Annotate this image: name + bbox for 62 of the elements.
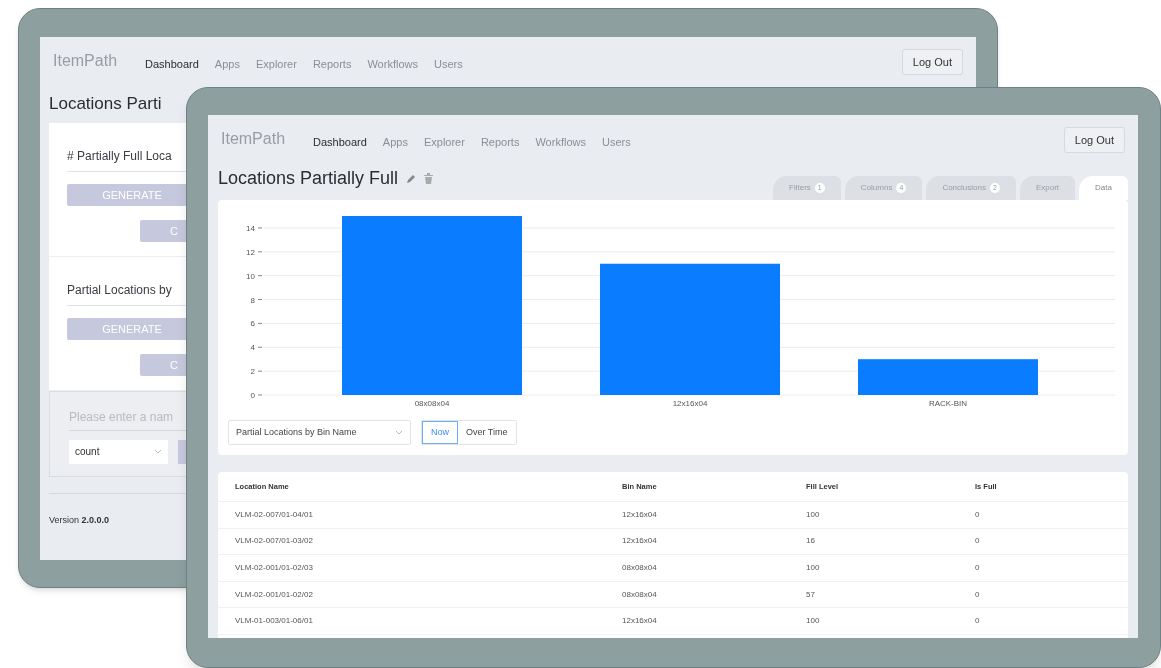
axis-tick-label: 4 [250, 343, 255, 353]
tab[interactable]: Data [1079, 176, 1128, 200]
table-cell-text: 0 [975, 562, 981, 574]
axis-tick-label: 2 [250, 367, 255, 377]
nav-link[interactable]: Users [433, 55, 463, 73]
axis-tick-label: 10 [246, 271, 255, 281]
table-cell-text: 0 [975, 535, 981, 548]
nav-link[interactable]: Users [601, 133, 631, 151]
axis-tick-label: 0 [250, 391, 255, 400]
page-title: Locations Parti [49, 93, 163, 115]
pencil-icon[interactable] [406, 173, 417, 184]
table-cell-text: 12x16x04 [622, 508, 658, 521]
logout-button[interactable]: Log Out [901, 49, 963, 75]
tab[interactable]: Export [1019, 176, 1076, 200]
nav-link[interactable]: Dashboard [145, 55, 199, 73]
version-text: Version 2.0.0.0 [49, 515, 110, 525]
table-cell-text: VLM-02-001/01-02/02 [235, 588, 314, 601]
table-cell-text: 0 [975, 508, 981, 521]
table-cell-text: 100 [806, 562, 821, 574]
table-cell-text: 100 [806, 615, 821, 628]
axis-tick-label: 14 [246, 223, 255, 233]
nav-link[interactable]: Workflows [367, 55, 418, 73]
chevron-down-icon [154, 449, 163, 454]
table-cell-text: VLM-02-007/01-03/02 [235, 535, 314, 548]
trash-icon[interactable] [424, 173, 434, 184]
chevron-down-icon [395, 430, 403, 435]
nav-link[interactable]: Workflows [535, 133, 586, 151]
generate-button[interactable]: GENERATE [67, 318, 186, 340]
table-cell-text: 08x08x04 [622, 562, 658, 574]
table-cell-text: VLM-01-003/01-06/01 [235, 615, 314, 628]
logout-button[interactable]: Log Out [1063, 127, 1125, 153]
table-cell-text: VLM-02-001/01-02/03 [235, 562, 314, 574]
nav-link[interactable]: Apps [214, 55, 240, 73]
table-cell-text: VLM-02-007/01-04/01 [235, 508, 314, 521]
table-cell-text: 100 [806, 508, 821, 521]
logo: ItemPath [221, 129, 286, 149]
table-cell-text: 12x16x04 [622, 535, 658, 548]
axis-tick-label: 8 [250, 295, 255, 305]
table-cell-text: 08x08x04 [622, 588, 658, 601]
logo: ItemPath [53, 51, 118, 71]
axis-category-label: 12x16x04 [672, 399, 708, 408]
table-cell-text: 16 [806, 535, 816, 548]
table-cell-text: 57 [806, 588, 816, 601]
page-title: Locations Partially Full [218, 167, 399, 190]
axis-tick-label: 6 [250, 319, 255, 329]
table-cell-text: 0 [975, 588, 981, 601]
nav-link[interactable]: Explorer [255, 55, 297, 73]
nav-link[interactable]: Apps [382, 133, 408, 151]
nav-link[interactable]: Reports [480, 133, 520, 151]
mode-toggle[interactable]: Over Time [458, 421, 516, 444]
nav-link[interactable]: Reports [312, 55, 352, 73]
mode-toggle[interactable]: Now [422, 421, 458, 444]
table-cell-text: 0 [975, 615, 981, 628]
axis-category-label: 08x08x04 [414, 399, 450, 408]
table-cell-text: 12x16x04 [622, 615, 658, 628]
select-field[interactable]: count [69, 439, 169, 464]
nav-link[interactable]: Explorer [423, 133, 465, 151]
axis-tick-label: 12 [246, 247, 255, 257]
generate-button[interactable]: GENERATE [67, 184, 186, 206]
nav-link[interactable]: Dashboard [313, 133, 367, 151]
axis-category-label: RACK-BIN [928, 399, 968, 408]
select-field[interactable]: Partial Locations by Bin Name [228, 420, 411, 445]
